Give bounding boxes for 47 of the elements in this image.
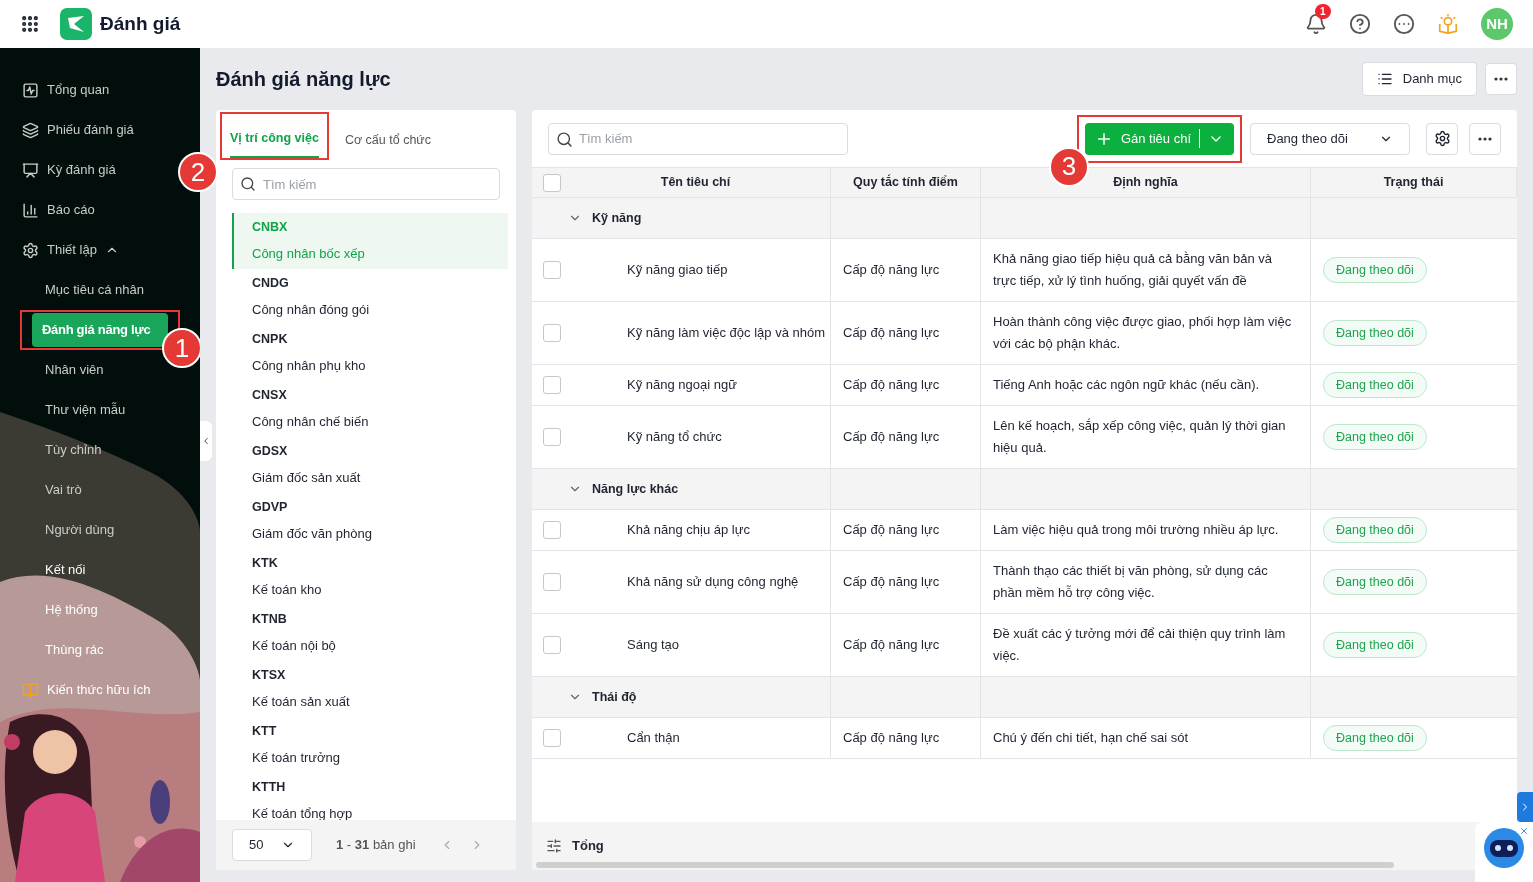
table-cell-text: Khả năng sử dụng công nghệ	[627, 573, 799, 592]
step-badge: 3	[1048, 146, 1089, 187]
app-title: Đánh giá	[100, 11, 181, 36]
table-cell-text: Cấp độ năng lực	[843, 324, 940, 343]
table-cell-text: Đề xuất các ý tưởng mới để cải thiện quy trình làm việc.	[993, 625, 1287, 665]
table-cell-text: Khả năng chịu áp lực	[627, 521, 750, 540]
group-title: Thái độ	[592, 688, 637, 706]
table-cell-text: Cấp độ năng lực	[843, 376, 940, 395]
table-cell-text: Hoàn thành công việc được giao, phối hợp làm việc với các bộ phận khác.	[993, 313, 1293, 353]
table-cell-text: Cấp độ năng lực	[843, 729, 940, 748]
notification-badge: 1	[1315, 4, 1331, 19]
status-badge: Đang theo dõi	[1323, 256, 1427, 284]
table-cell-text: Kỹ năng làm việc độc lập và nhóm	[627, 324, 825, 343]
table-cell-text: Kỹ năng giao tiếp	[627, 261, 728, 280]
status-badge: Đang theo dõi	[1323, 423, 1427, 451]
table-cell-text: Sáng tạo	[627, 636, 680, 655]
table-cell-text: Cấp độ năng lực	[843, 573, 940, 592]
table-cell-text: Chú ý đến chi tiết, hạn chế sai sót	[993, 729, 1189, 747]
table-cell-text: Cấp độ năng lực	[843, 428, 940, 447]
table-cell-text: Thành thạo các thiết bị văn phòng, sử dụng các phần mềm hỗ trợ công việc.	[993, 562, 1269, 602]
table-cell-text: Tiếng Anh hoặc các ngôn ngữ khác (nếu cần).	[993, 376, 1260, 394]
table-cell-text: Khả năng giao tiếp hiệu quả cả bằng văn bản và trực tiếp, xử lý tình huống, giải quyết vấn đề	[993, 250, 1273, 290]
group-title: Kỹ năng	[592, 209, 642, 227]
table-cell-text: Kỹ năng ngoại ngữ	[627, 376, 737, 395]
status-badge: Đang theo dõi	[1323, 568, 1427, 596]
table-cell-text: Làm việc hiệu quả trong môi trường nhiều áp lực.	[993, 521, 1279, 539]
record-range: 1 - 31 bản ghi	[336, 836, 416, 855]
column-header: Tên tiêu chí	[659, 174, 732, 192]
group-title: Năng lực khác	[592, 480, 679, 498]
status-badge: Đang theo dõi	[1323, 371, 1427, 399]
step-badge: 2	[178, 152, 218, 192]
status-badge: Đang theo dõi	[1323, 724, 1427, 752]
status-badge: Đang theo dõi	[1323, 516, 1427, 544]
step-badge: 1	[162, 328, 200, 368]
column-header: Định nghĩa	[1113, 174, 1178, 192]
total-label: Tổng	[572, 837, 604, 856]
status-badge: Đang theo dõi	[1323, 631, 1427, 659]
table-cell-text: Kỹ năng tổ chức	[627, 428, 722, 447]
page-title: Đánh giá năng lực	[216, 67, 391, 92]
column-header: Quy tắc tính điểm	[853, 173, 958, 192]
table-cell-text: Lên kế hoạch, sắp xếp công việc, quản lý thời gian hiệu quả.	[993, 417, 1287, 457]
table-cell-text: Cấp độ năng lực	[843, 636, 940, 655]
column-header: Trạng thái	[1383, 174, 1444, 192]
table-cell-text: Cấp độ năng lực	[843, 261, 940, 280]
table-cell-text: Cẩn thận	[627, 729, 680, 748]
table-cell-text: Cấp độ năng lực	[843, 521, 940, 540]
status-badge: Đang theo dõi	[1323, 319, 1427, 347]
